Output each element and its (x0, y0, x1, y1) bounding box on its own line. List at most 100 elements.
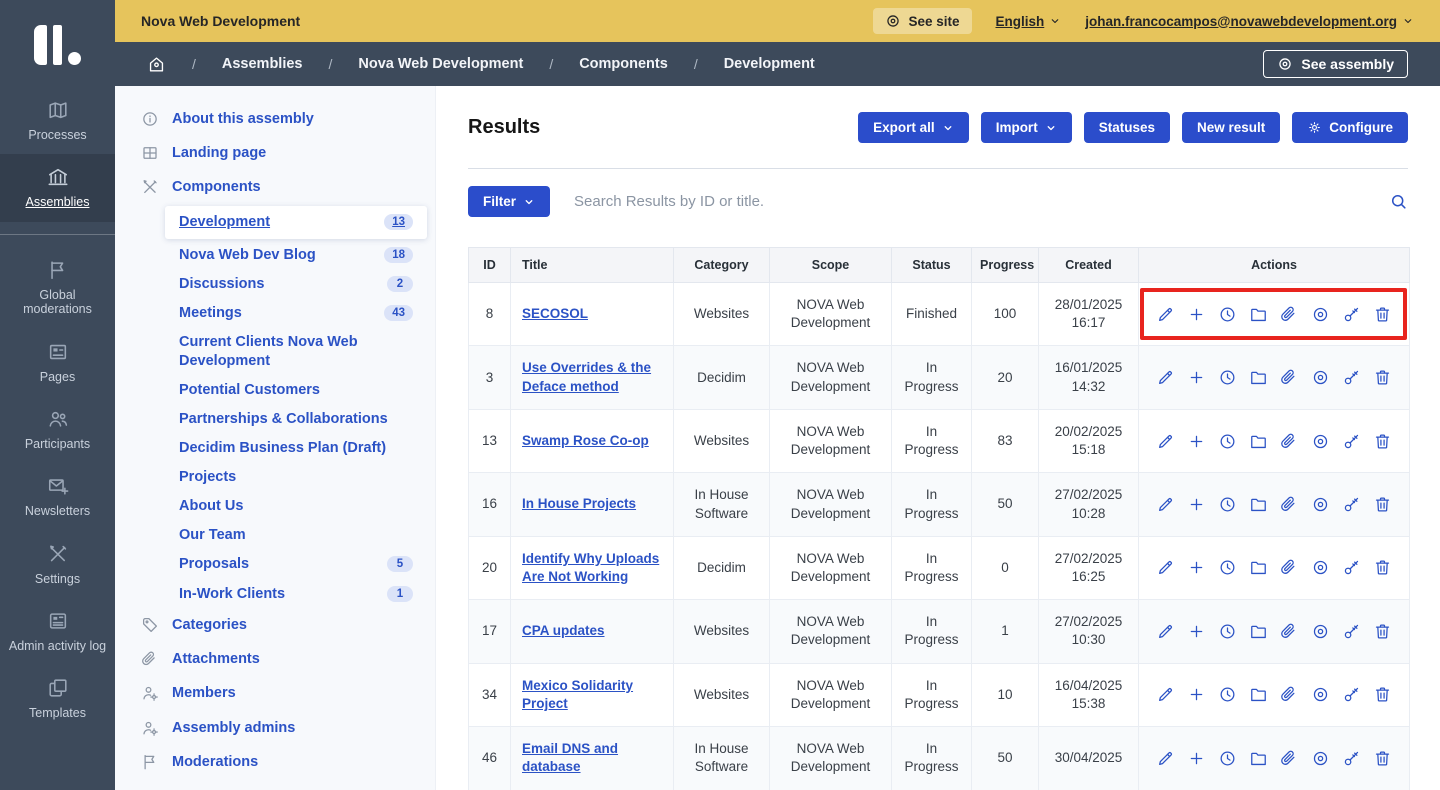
primary-nav-item[interactable]: Pages (0, 329, 115, 396)
paperclip-icon[interactable] (1280, 622, 1299, 641)
result-title-link[interactable]: Email DNS and database (522, 741, 618, 774)
toolbar-button[interactable]: Statuses (1084, 112, 1170, 143)
clock-icon[interactable] (1218, 558, 1237, 577)
clock-icon[interactable] (1218, 622, 1237, 641)
folder-icon[interactable] (1249, 368, 1268, 387)
secondary-nav-item[interactable]: Potential Customers (115, 375, 435, 404)
secondary-nav-item[interactable]: Our Team (115, 521, 435, 550)
secondary-nav-item[interactable]: Projects (115, 463, 435, 492)
clock-icon[interactable] (1218, 685, 1237, 704)
decidim-logo[interactable] (0, 0, 115, 87)
preview-eye-icon[interactable] (1311, 558, 1330, 577)
folder-icon[interactable] (1249, 622, 1268, 641)
folder-icon[interactable] (1249, 685, 1268, 704)
secondary-nav-item[interactable]: About this assembly (115, 102, 435, 136)
secondary-nav-item[interactable]: About Us (115, 492, 435, 521)
secondary-nav-item[interactable]: Landing page (115, 136, 435, 170)
toolbar-button[interactable]: Import (981, 112, 1072, 143)
user-menu[interactable]: johan.francocampos@novawebdevelopment.or… (1085, 14, 1414, 29)
key-icon[interactable] (1342, 685, 1361, 704)
secondary-nav-item[interactable]: Assembly admins (115, 711, 435, 745)
trash-icon[interactable] (1373, 368, 1392, 387)
organization-name[interactable]: Nova Web Development (141, 13, 300, 29)
breadcrumb-item[interactable]: Components (579, 56, 668, 72)
pencil-icon[interactable] (1156, 685, 1175, 704)
preview-eye-icon[interactable] (1311, 622, 1330, 641)
key-icon[interactable] (1342, 305, 1361, 324)
trash-icon[interactable] (1373, 305, 1392, 324)
key-icon[interactable] (1342, 368, 1361, 387)
toolbar-button[interactable]: Export all (858, 112, 969, 143)
language-selector[interactable]: English (996, 14, 1062, 29)
pencil-icon[interactable] (1156, 432, 1175, 451)
clock-icon[interactable] (1218, 368, 1237, 387)
secondary-nav-item[interactable]: Nova Web Dev Blog 18 (115, 241, 435, 270)
folder-icon[interactable] (1249, 558, 1268, 577)
plus-icon[interactable] (1187, 305, 1206, 324)
primary-nav-item[interactable]: Global moderations (0, 247, 115, 329)
preview-eye-icon[interactable] (1311, 368, 1330, 387)
plus-icon[interactable] (1187, 622, 1206, 641)
primary-nav-item[interactable]: Settings (0, 531, 115, 598)
secondary-nav-item[interactable]: Categories (115, 608, 435, 642)
plus-icon[interactable] (1187, 432, 1206, 451)
breadcrumb-item[interactable]: Assemblies (222, 56, 303, 72)
result-title-link[interactable]: In House Projects (522, 496, 636, 511)
key-icon[interactable] (1342, 622, 1361, 641)
result-title-link[interactable]: Identify Why Uploads Are Not Working (522, 551, 659, 584)
result-title-link[interactable]: SECOSOL (522, 306, 588, 321)
trash-icon[interactable] (1373, 432, 1392, 451)
folder-icon[interactable] (1249, 495, 1268, 514)
secondary-nav-item[interactable]: Proposals 5 (115, 550, 435, 579)
folder-icon[interactable] (1249, 305, 1268, 324)
result-title-link[interactable]: Use Overrides & the Deface method (522, 360, 651, 393)
see-site-button[interactable]: See site (873, 8, 971, 34)
paperclip-icon[interactable] (1280, 685, 1299, 704)
trash-icon[interactable] (1373, 685, 1392, 704)
preview-eye-icon[interactable] (1311, 685, 1330, 704)
toolbar-button[interactable]: New result (1182, 112, 1280, 143)
preview-eye-icon[interactable] (1311, 432, 1330, 451)
plus-icon[interactable] (1187, 495, 1206, 514)
primary-nav-item[interactable]: Assemblies (0, 154, 115, 221)
primary-nav-item[interactable]: Admin activity log (0, 598, 115, 665)
paperclip-icon[interactable] (1280, 749, 1299, 768)
filter-button[interactable]: Filter (468, 186, 550, 217)
clock-icon[interactable] (1218, 305, 1237, 324)
pencil-icon[interactable] (1156, 368, 1175, 387)
pencil-icon[interactable] (1156, 495, 1175, 514)
result-title-link[interactable]: CPA updates (522, 623, 605, 638)
plus-icon[interactable] (1187, 749, 1206, 768)
toolbar-button[interactable]: Configure (1292, 112, 1408, 143)
paperclip-icon[interactable] (1280, 368, 1299, 387)
trash-icon[interactable] (1373, 495, 1392, 514)
paperclip-icon[interactable] (1280, 432, 1299, 451)
secondary-nav-item[interactable]: Development 13 (165, 206, 427, 238)
key-icon[interactable] (1342, 749, 1361, 768)
folder-icon[interactable] (1249, 432, 1268, 451)
pencil-icon[interactable] (1156, 749, 1175, 768)
paperclip-icon[interactable] (1280, 558, 1299, 577)
trash-icon[interactable] (1373, 622, 1392, 641)
primary-nav-item[interactable]: Newsletters (0, 463, 115, 530)
secondary-nav-item[interactable]: In-Work Clients 1 (115, 579, 435, 608)
secondary-nav-item[interactable]: Moderations (115, 745, 435, 779)
pencil-icon[interactable] (1156, 305, 1175, 324)
primary-nav-item[interactable]: Templates (0, 665, 115, 732)
trash-icon[interactable] (1373, 749, 1392, 768)
preview-eye-icon[interactable] (1311, 495, 1330, 514)
result-title-link[interactable]: Mexico Solidarity Project (522, 678, 633, 711)
search-input[interactable] (572, 192, 1367, 211)
key-icon[interactable] (1342, 432, 1361, 451)
folder-icon[interactable] (1249, 749, 1268, 768)
secondary-nav-item[interactable]: Decidim Business Plan (Draft) (115, 433, 435, 462)
search-icon[interactable] (1389, 192, 1408, 211)
breadcrumb-item[interactable]: Nova Web Development (358, 56, 523, 72)
result-title-link[interactable]: Swamp Rose Co-op (522, 433, 649, 448)
secondary-nav-item[interactable]: Discussions 2 (115, 270, 435, 299)
key-icon[interactable] (1342, 558, 1361, 577)
clock-icon[interactable] (1218, 495, 1237, 514)
primary-nav-item[interactable]: Processes (0, 87, 115, 154)
key-icon[interactable] (1342, 495, 1361, 514)
paperclip-icon[interactable] (1280, 305, 1299, 324)
